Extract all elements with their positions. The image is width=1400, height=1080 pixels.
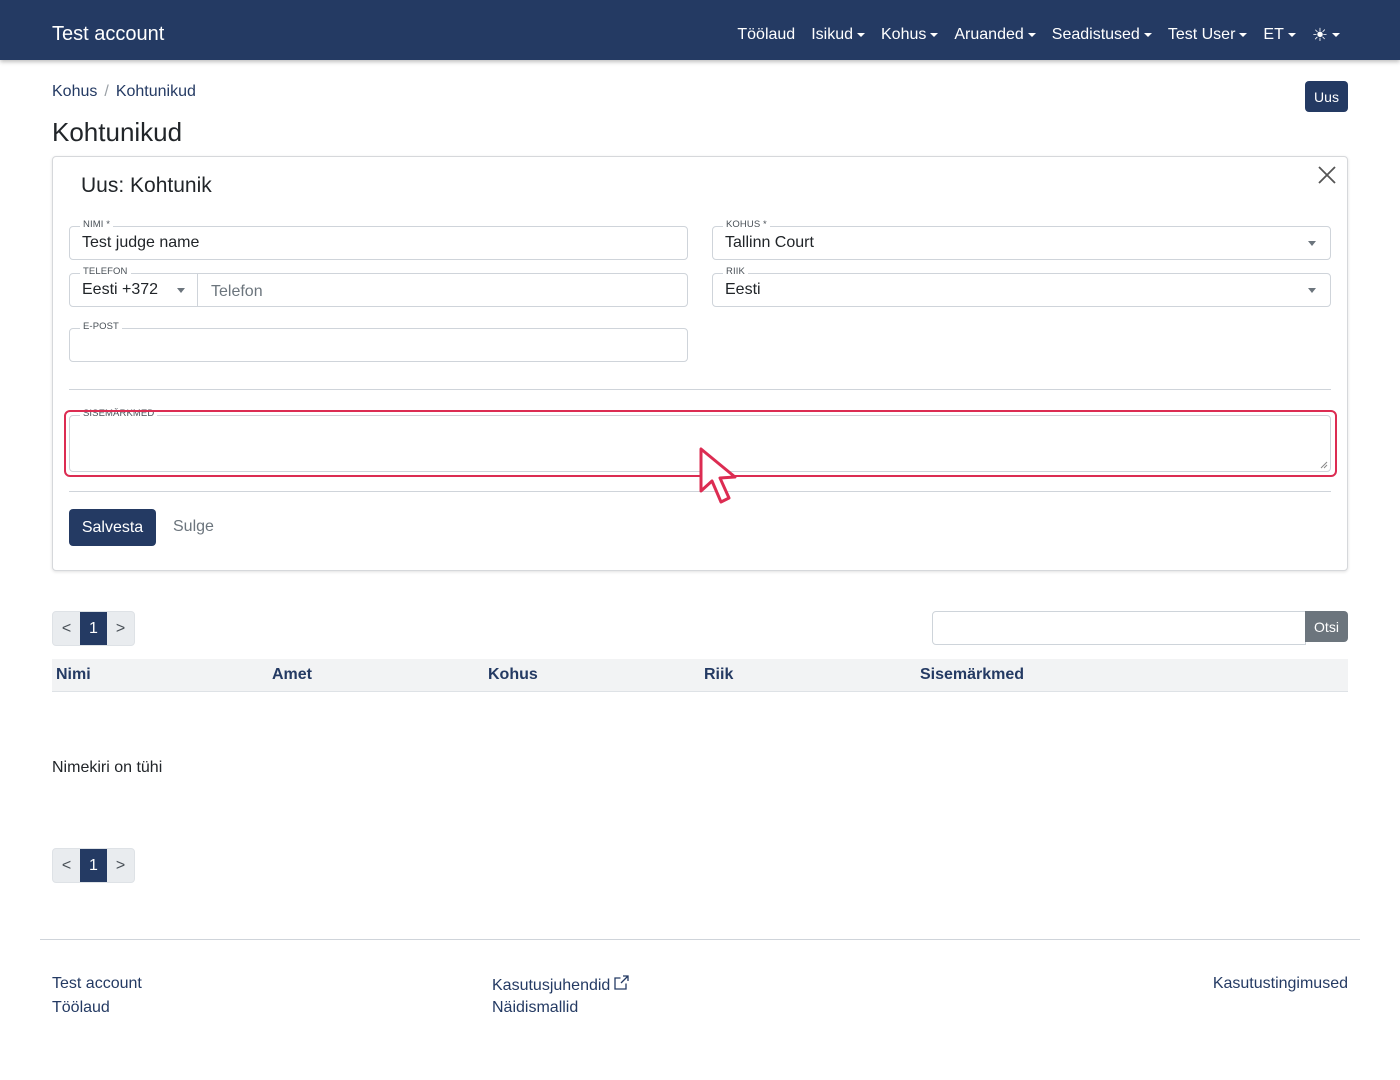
footer-link-account[interactable]: Test account [52, 974, 142, 994]
caret-down-icon [1287, 33, 1296, 37]
new-judge-form: Uus: Kohtunik Nimi * Test judge name Koh… [52, 156, 1348, 571]
phone-country-value: Eesti +372 [82, 281, 159, 298]
chevron-down-icon [1308, 288, 1316, 293]
name-field[interactable]: Nimi * Test judge name [69, 219, 688, 260]
pagination-page-1[interactable]: 1 [80, 612, 107, 645]
breadcrumb-item-kohus[interactable]: Kohus [52, 83, 97, 101]
form-title: Uus: Kohtunik [81, 174, 212, 197]
page-title: Kohtunikud [52, 117, 183, 147]
search-input[interactable] [932, 611, 1306, 645]
table-header: Nimi Amet Kohus Riik Sisemärkmed [52, 659, 1348, 692]
new-button[interactable]: Uus [1305, 81, 1348, 112]
email-label: E-post [80, 321, 122, 333]
column-header-nimi[interactable]: Nimi [56, 666, 91, 684]
column-header-amet[interactable]: Amet [272, 666, 312, 684]
nav-item-seadistused[interactable]: Seadistused [1052, 24, 1152, 46]
court-label: Kohus * [723, 219, 770, 231]
close-button[interactable]: Sulge [173, 518, 214, 536]
close-icon[interactable] [1316, 164, 1338, 186]
breadcrumb: Kohus / Kohtunikud [52, 83, 196, 101]
breadcrumb-separator: / [104, 83, 109, 100]
caret-down-icon [1332, 33, 1340, 37]
breadcrumb-item-kohtunikud[interactable]: Kohtunikud [116, 83, 196, 101]
name-value: Test judge name [82, 234, 200, 251]
caret-down-icon [1027, 33, 1036, 37]
search-button[interactable]: Otsi [1305, 611, 1348, 642]
email-field[interactable]: E-post [69, 321, 688, 362]
column-header-riik[interactable]: Riik [704, 666, 733, 684]
caret-down-icon [930, 33, 939, 37]
divider [69, 389, 1331, 390]
notes-textarea[interactable]: Sisemärkmed [69, 408, 1331, 472]
name-label: Nimi * [80, 219, 113, 231]
pagination-next[interactable]: > [107, 612, 134, 645]
phone-input[interactable]: Telefon [211, 283, 263, 301]
country-value: Eesti [725, 281, 761, 298]
brand-link[interactable]: Test account [52, 22, 164, 46]
pagination-top: < 1 > [52, 611, 135, 646]
pagination-prev[interactable]: < [53, 612, 80, 645]
country-label: Riik [723, 266, 748, 278]
sun-icon: ☀ [1311, 25, 1328, 45]
phone-country-select[interactable]: Eesti +372 [70, 274, 198, 306]
footer-link-terms[interactable]: Kasutustingimused [1213, 974, 1348, 994]
court-value: Tallinn Court [725, 234, 814, 251]
caret-down-icon [1239, 33, 1248, 37]
column-header-kohus[interactable]: Kohus [488, 666, 538, 684]
nav-item-aruanded[interactable]: Aruanded [954, 24, 1036, 46]
nav-menu: Töölaud Isikud Kohus Aruanded Seadistuse… [737, 24, 1340, 46]
caret-down-icon [1143, 33, 1152, 37]
pagination-page-1[interactable]: 1 [80, 849, 107, 882]
nav-item-toolaud[interactable]: Töölaud [737, 24, 795, 46]
country-select[interactable]: Riik Eesti [712, 266, 1331, 307]
divider [69, 491, 1331, 492]
chevron-down-icon [177, 288, 185, 293]
save-button[interactable]: Salvesta [69, 509, 156, 546]
notes-label: Sisemärkmed [80, 408, 158, 420]
nav-item-kohus[interactable]: Kohus [881, 24, 939, 46]
court-select[interactable]: Kohus * Tallinn Court [712, 219, 1331, 260]
footer-link-toolaud[interactable]: Töölaud [52, 998, 110, 1018]
pagination-bottom: < 1 > [52, 848, 135, 883]
footer-divider [40, 939, 1360, 940]
resize-handle-icon[interactable] [1320, 461, 1328, 469]
footer-link-templates[interactable]: Näidismallid [492, 998, 578, 1018]
nav-item-isikud[interactable]: Isikud [811, 24, 865, 46]
empty-list-message: Nimekiri on tühi [52, 759, 163, 776]
caret-down-icon [857, 33, 865, 37]
pagination-next[interactable]: > [107, 849, 134, 882]
nav-item-theme[interactable]: ☀ [1312, 26, 1340, 44]
top-navbar: Test account Töölaud Isikud Kohus Aruand… [0, 0, 1400, 60]
phone-field: Telefon Eesti +372 Telefon [69, 266, 688, 307]
nav-item-user-menu[interactable]: Test User [1168, 24, 1248, 46]
column-header-sisemarkmed[interactable]: Sisemärkmed [920, 666, 1024, 684]
footer-link-guides-label: Kasutusjuhendid [492, 977, 611, 994]
pagination-prev[interactable]: < [53, 849, 80, 882]
nav-item-language[interactable]: ET [1263, 24, 1296, 46]
footer-link-guides[interactable]: Kasutusjuhendid [492, 974, 630, 996]
external-link-icon [614, 975, 629, 990]
chevron-down-icon [1308, 241, 1316, 246]
